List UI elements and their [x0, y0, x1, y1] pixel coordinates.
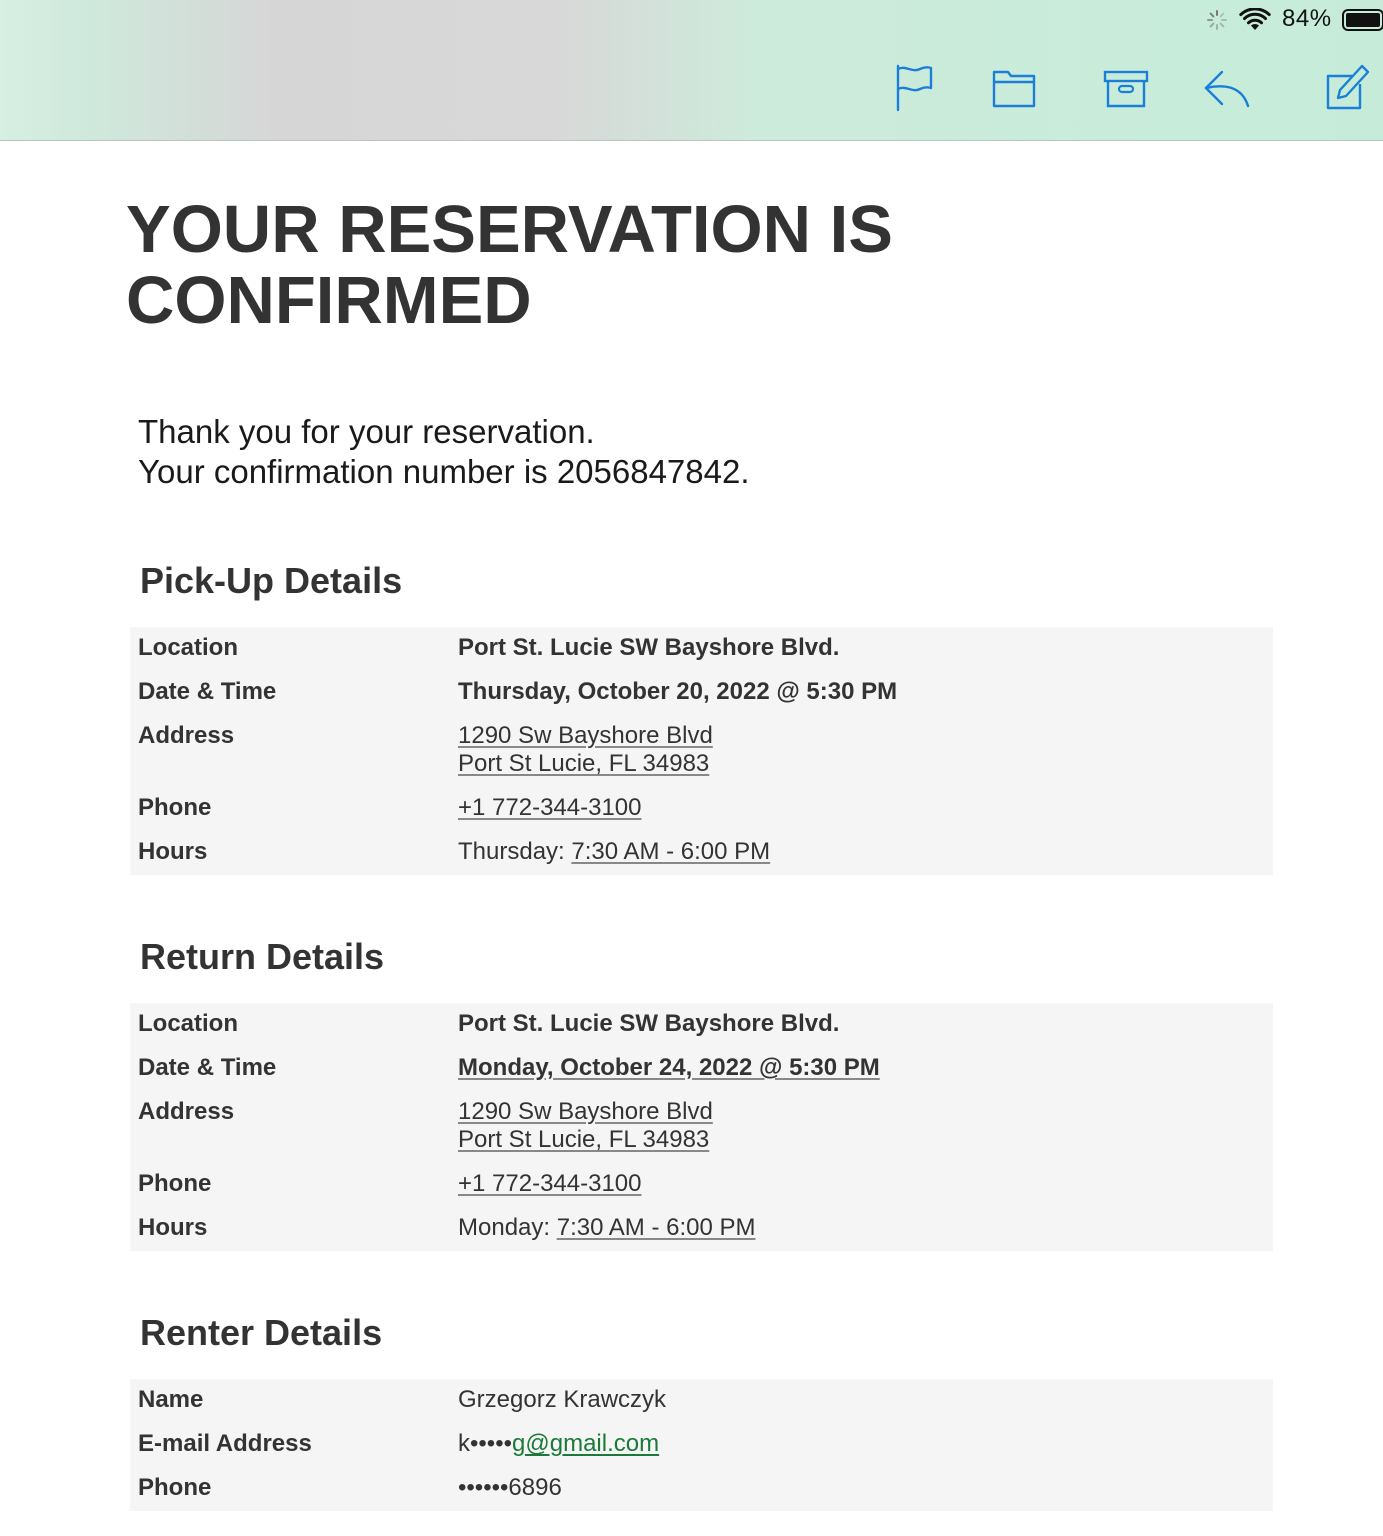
renter-details-table: Name Grzegorz Krawczyk E-mail Address k•… — [130, 1379, 1273, 1511]
row-label: Address — [138, 722, 235, 749]
return-datetime-row: Date & Time Monday, October 24, 2022 @ 5… — [130, 1047, 1273, 1091]
row-label: Hours — [138, 1214, 208, 1241]
row-label: Phone — [138, 1474, 212, 1501]
battery-percentage: 84% — [1282, 5, 1332, 32]
folder-icon[interactable] — [990, 62, 1038, 112]
hours-day: Thursday: — [458, 838, 572, 865]
mail-message-view: 84% YOUR RESERVATION IS CONFIRMED Thank … — [0, 0, 1383, 1536]
wifi-icon — [1239, 8, 1271, 30]
row-label: Location — [138, 634, 238, 661]
pickup-hours-row: Hours Thursday: 7:30 AM - 6:00 PM — [130, 831, 1273, 875]
row-label: Phone — [138, 794, 212, 821]
return-location-row: Location Port St. Lucie SW Bayshore Blvd… — [130, 1003, 1273, 1047]
return-address-row: Address 1290 Sw Bayshore Blvd Port St Lu… — [130, 1091, 1273, 1163]
pickup-location-row: Location Port St. Lucie SW Bayshore Blvd… — [130, 627, 1273, 671]
address-line1[interactable]: 1290 Sw Bayshore Blvd — [458, 1098, 713, 1125]
mail-toolbar: 84% — [0, 0, 1383, 141]
renter-email-row: E-mail Address k•••••g@gmail.com — [130, 1423, 1273, 1467]
renter-name: Grzegorz Krawczyk — [458, 1386, 667, 1413]
row-label: E-mail Address — [138, 1430, 312, 1457]
row-label: Phone — [138, 1170, 212, 1197]
thank-you-message: Thank you for your reservation. Your con… — [138, 412, 750, 492]
pickup-location: Port St. Lucie SW Bayshore Blvd. — [458, 634, 840, 661]
row-label: Name — [138, 1386, 204, 1413]
row-label: Date & Time — [138, 1054, 277, 1081]
renter-email: k•••••g@gmail.com — [458, 1430, 659, 1458]
thanks-line: Thank you for your reservation. — [138, 413, 595, 450]
return-hours-row: Hours Monday: 7:30 AM - 6:00 PM — [130, 1207, 1273, 1251]
hours-time-link[interactable]: 7:30 AM - 6:00 PM — [557, 1214, 756, 1241]
return-location: Port St. Lucie SW Bayshore Blvd. — [458, 1010, 840, 1037]
battery-icon — [1342, 9, 1383, 31]
return-phone-row: Phone +1 772-344-3100 — [130, 1163, 1273, 1207]
pickup-hours: Thursday: 7:30 AM - 6:00 PM — [458, 838, 770, 866]
email-headline: YOUR RESERVATION IS CONFIRMED — [126, 192, 893, 338]
hours-time-link[interactable]: 7:30 AM - 6:00 PM — [571, 838, 770, 865]
renter-details-title: Renter Details — [140, 1312, 383, 1353]
return-phone-link[interactable]: +1 772-344-3100 — [458, 1170, 642, 1198]
row-label: Address — [138, 1098, 235, 1125]
return-address-link[interactable]: 1290 Sw Bayshore Blvd Port St Lucie, FL … — [458, 1098, 713, 1154]
archive-icon[interactable] — [1102, 62, 1150, 112]
confirmation-number-line: Your confirmation number is 2056847842. — [138, 453, 750, 490]
address-line2[interactable]: Port St Lucie, FL 34983 — [458, 1126, 709, 1153]
pickup-address-row: Address 1290 Sw Bayshore Blvd Port St Lu… — [130, 715, 1273, 787]
pickup-phone-row: Phone +1 772-344-3100 — [130, 787, 1273, 831]
address-line1[interactable]: 1290 Sw Bayshore Blvd — [458, 722, 713, 749]
return-hours: Monday: 7:30 AM - 6:00 PM — [458, 1214, 755, 1242]
pickup-details-table: Location Port St. Lucie SW Bayshore Blvd… — [130, 627, 1273, 875]
flag-icon[interactable] — [890, 62, 938, 112]
row-label: Location — [138, 1010, 238, 1037]
return-datetime-link[interactable]: Monday, October 24, 2022 @ 5:30 PM — [458, 1054, 880, 1082]
renter-name-row: Name Grzegorz Krawczyk — [130, 1379, 1273, 1423]
return-details-title: Return Details — [140, 936, 385, 977]
pickup-datetime: Thursday, October 20, 2022 @ 5:30 PM — [458, 678, 898, 705]
renter-phone: ••••••6896 — [458, 1474, 562, 1501]
compose-icon[interactable] — [1324, 62, 1372, 112]
pickup-phone-link[interactable]: +1 772-344-3100 — [458, 794, 642, 822]
renter-phone-row: Phone ••••••6896 — [130, 1467, 1273, 1511]
pickup-details-title: Pick-Up Details — [140, 560, 403, 601]
email-link[interactable]: g@gmail.com — [512, 1430, 659, 1457]
address-line2[interactable]: Port St Lucie, FL 34983 — [458, 750, 709, 777]
email-masked-prefix: k••••• — [458, 1430, 513, 1457]
pickup-datetime-row: Date & Time Thursday, October 20, 2022 @… — [130, 671, 1273, 715]
pickup-address-link[interactable]: 1290 Sw Bayshore Blvd Port St Lucie, FL … — [458, 722, 713, 778]
row-label: Date & Time — [138, 678, 277, 705]
return-details-table: Location Port St. Lucie SW Bayshore Blvd… — [130, 1003, 1273, 1251]
activity-spinner-icon — [1207, 10, 1227, 30]
reply-icon[interactable] — [1202, 62, 1250, 112]
row-label: Hours — [138, 838, 208, 865]
hours-day: Monday: — [458, 1214, 557, 1241]
